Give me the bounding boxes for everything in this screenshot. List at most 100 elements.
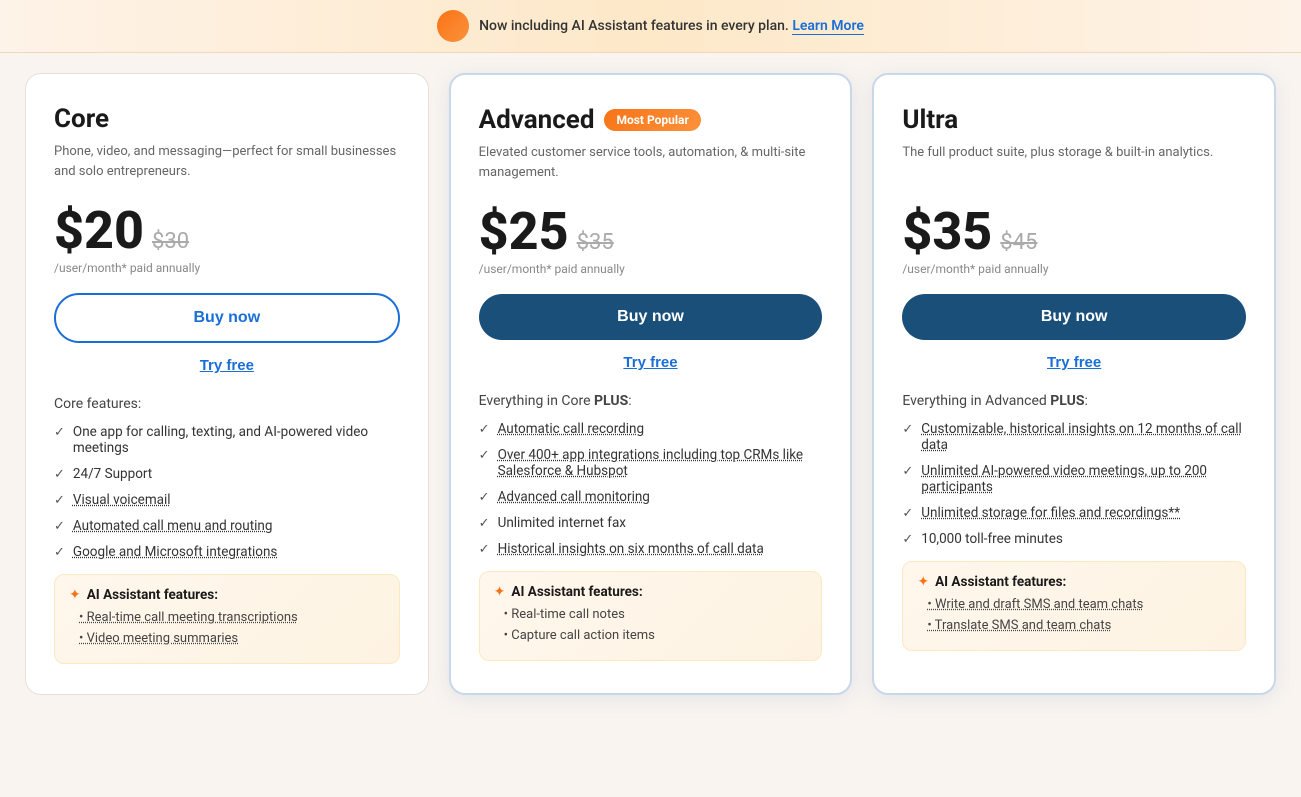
try-free-button-ultra[interactable]: Try free (902, 350, 1246, 375)
checkmark-icon: ✓ (902, 464, 913, 479)
checkmark-icon: ✓ (479, 490, 490, 505)
features-header-core: Core features: (54, 396, 400, 412)
plan-header-ultra: Ultra (902, 105, 1246, 135)
checkmark-icon: ✓ (54, 425, 65, 440)
plan-card-advanced: Advanced Most Popular Elevated customer se… (449, 73, 853, 695)
ai-box-ultra: ✦ AI Assistant features: • Write and draft… (902, 561, 1246, 651)
feature-item: ✓ Automatic call recording (479, 421, 823, 437)
pricing-grid: Core Phone, video, and messaging—perfect … (0, 53, 1301, 725)
price-row-core: $20 $30 (54, 205, 400, 257)
checkmark-icon: ✓ (902, 506, 913, 521)
feature-item: ✓24/7 Support (54, 466, 400, 482)
buy-now-button-core[interactable]: Buy now (54, 293, 400, 343)
plan-name-core: Core (54, 104, 109, 134)
plan-header-core: Core (54, 104, 400, 134)
feature-text: One app for calling, texting, and AI-pow… (73, 424, 400, 456)
price-row-ultra: $35 $45 (902, 206, 1246, 258)
ai-box-core: ✦ AI Assistant features: • Real-time call … (54, 574, 400, 664)
checkmark-icon: ✓ (54, 467, 65, 482)
price-main: $20 (54, 205, 144, 257)
ai-item: • Translate SMS and team chats (917, 617, 1231, 635)
price-old: $35 (577, 230, 614, 255)
checkmark-icon: ✓ (902, 422, 913, 437)
price-period-ultra: /user/month* paid annually (902, 262, 1246, 276)
plan-name-advanced: Advanced (479, 105, 595, 135)
ai-box-title: AI Assistant features: (511, 584, 642, 600)
price-old: $30 (152, 229, 189, 254)
ai-item: • Real-time call meeting transcriptions (69, 609, 385, 627)
price-period-advanced: /user/month* paid annually (479, 262, 823, 276)
feature-text: Automated call menu and routing (73, 518, 273, 534)
feature-text: Unlimited AI-powered video meetings, up … (921, 463, 1246, 495)
plan-card-ultra: Ultra The full product suite, plus storag… (872, 73, 1276, 695)
ai-item-link: • Real-time call meeting transcriptions (79, 610, 298, 625)
feature-text: 10,000 toll-free minutes (921, 531, 1063, 547)
learn-more-link[interactable]: Learn More (792, 18, 864, 35)
plan-name-ultra: Ultra (902, 105, 958, 135)
feature-item: ✓ Unlimited internet fax (479, 515, 823, 531)
feature-item: ✓ Automated call menu and routing (54, 518, 400, 534)
banner-message: Now including AI Assistant features in e… (479, 18, 864, 34)
checkmark-icon: ✓ (479, 542, 490, 557)
ai-item: • Real-time call notes (494, 606, 808, 624)
feature-text: Unlimited storage for files and recordin… (921, 505, 1180, 521)
checkmark-icon: ✓ (54, 519, 65, 534)
feature-item: ✓ Over 400+ app integrations including to… (479, 447, 823, 479)
feature-text: Historical insights on six months of cal… (498, 541, 764, 557)
popular-badge: Most Popular (604, 109, 700, 131)
plan-header-advanced: Advanced Most Popular (479, 105, 823, 135)
ai-box-header: ✦ AI Assistant features: (69, 587, 385, 603)
ai-box-title: AI Assistant features: (935, 574, 1066, 590)
ai-item: • Write and draft SMS and team chats (917, 596, 1231, 614)
feature-item: ✓ Google and Microsoft integrations (54, 544, 400, 560)
feature-text: Visual voicemail (73, 492, 171, 508)
ai-badge-icon (437, 10, 469, 42)
buy-now-button-advanced[interactable]: Buy now (479, 294, 823, 340)
checkmark-icon: ✓ (54, 545, 65, 560)
feature-text: Unlimited internet fax (498, 515, 626, 531)
price-row-advanced: $25 $35 (479, 206, 823, 258)
feature-text: Advanced call monitoring (498, 489, 650, 505)
price-old: $45 (1000, 230, 1037, 255)
ai-star-icon: ✦ (917, 574, 929, 590)
plan-desc-advanced: Elevated customer service tools, automat… (479, 143, 823, 188)
plan-desc-core: Phone, video, and messaging—perfect for … (54, 142, 400, 187)
try-free-button-core[interactable]: Try free (54, 353, 400, 378)
checkmark-icon: ✓ (54, 493, 65, 508)
ai-item: • Video meeting summaries (69, 630, 385, 648)
checkmark-icon: ✓ (479, 422, 490, 437)
checkmark-icon: ✓ (479, 516, 490, 531)
ai-item-link: • Video meeting summaries (79, 631, 238, 646)
ai-box-advanced: ✦ AI Assistant features: • Real-time call … (479, 571, 823, 661)
ai-item-link: • Write and draft SMS and team chats (927, 597, 1143, 612)
ai-star-icon: ✦ (494, 584, 506, 600)
feature-item: ✓ Unlimited AI-powered video meetings, up… (902, 463, 1246, 495)
ai-box-header: ✦ AI Assistant features: (917, 574, 1231, 590)
plan-card-core: Core Phone, video, and messaging—perfect … (25, 73, 429, 695)
ai-item-link: • Translate SMS and team chats (927, 618, 1111, 633)
feature-item: ✓Customizable, historical insights on 12… (902, 421, 1246, 453)
buy-now-button-ultra[interactable]: Buy now (902, 294, 1246, 340)
feature-item: ✓ Visual voicemail (54, 492, 400, 508)
feature-item: ✓10,000 toll-free minutes (902, 531, 1246, 547)
price-period-core: /user/month* paid annually (54, 261, 400, 275)
feature-item: ✓ Advanced call monitoring (479, 489, 823, 505)
ai-star-icon: ✦ (69, 587, 81, 603)
feature-text: Automatic call recording (498, 421, 645, 437)
price-main: $35 (902, 206, 992, 258)
try-free-button-advanced[interactable]: Try free (479, 350, 823, 375)
feature-text: Over 400+ app integrations including top… (498, 447, 823, 479)
ai-item: • Capture call action items (494, 627, 808, 645)
feature-item: ✓ One app for calling, texting, and AI-po… (54, 424, 400, 456)
plan-desc-ultra: The full product suite, plus storage & b… (902, 143, 1246, 188)
feature-text: Google and Microsoft integrations (73, 544, 278, 560)
price-main: $25 (479, 206, 569, 258)
ai-box-title: AI Assistant features: (87, 587, 218, 603)
top-banner: Now including AI Assistant features in e… (0, 0, 1301, 53)
feature-item: ✓ Historical insights on six months of ca… (479, 541, 823, 557)
feature-item: ✓ Unlimited storage for files and recordi… (902, 505, 1246, 521)
ai-box-header: ✦ AI Assistant features: (494, 584, 808, 600)
checkmark-icon: ✓ (479, 448, 490, 463)
features-header-ultra: Everything in Advanced PLUS: (902, 393, 1246, 409)
features-header-advanced: Everything in Core PLUS: (479, 393, 823, 409)
